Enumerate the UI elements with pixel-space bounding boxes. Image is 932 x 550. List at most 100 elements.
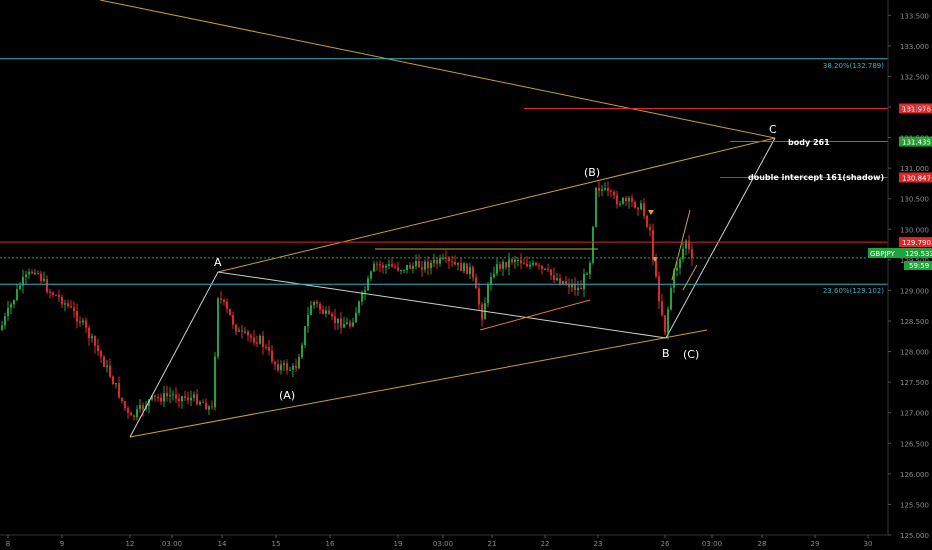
candle-body — [361, 292, 363, 302]
candle-body — [580, 287, 582, 290]
candle-body — [142, 405, 144, 410]
candle-body — [334, 316, 336, 323]
candle-body — [25, 274, 27, 278]
candle-body — [385, 265, 387, 268]
candle-body — [553, 275, 555, 281]
candle-body — [205, 402, 207, 410]
candle-body — [217, 298, 219, 357]
candle-body — [448, 257, 450, 262]
x-tick-label: 19 — [394, 540, 403, 548]
candle-body — [589, 262, 591, 274]
candle-body — [262, 335, 264, 347]
candle-body — [277, 364, 279, 371]
candle-body — [457, 262, 459, 265]
y-tick-label: 127.500 — [900, 379, 929, 387]
candle-body — [460, 262, 462, 272]
x-tick-label: 8 — [6, 540, 10, 548]
candle-body — [16, 289, 18, 301]
candle-body — [286, 363, 288, 371]
candle-body — [508, 259, 510, 268]
candle-body — [523, 263, 525, 265]
candle-body — [682, 248, 684, 260]
y-tick-label: 126.000 — [900, 471, 929, 479]
candle-body — [160, 397, 162, 402]
x-tick-label: 23 — [594, 540, 603, 548]
candle-body — [7, 307, 9, 317]
candle-body — [190, 397, 192, 401]
candle-body — [472, 267, 474, 278]
wave-label-paren-B: (B) — [584, 166, 600, 179]
x-tick-label: 26 — [661, 540, 670, 548]
candle-body — [322, 309, 324, 314]
candle-body — [421, 267, 423, 270]
candle-body — [115, 383, 117, 385]
candle-body — [634, 201, 636, 208]
candle-body — [214, 356, 216, 408]
candle-body — [511, 259, 513, 263]
candle-body — [436, 259, 438, 264]
candle-body — [406, 264, 408, 271]
candle-body — [577, 287, 579, 290]
candle-body — [388, 264, 390, 266]
candle-body — [154, 395, 156, 397]
candle-body — [178, 398, 180, 402]
candle-body — [586, 273, 588, 275]
candle-body — [238, 330, 240, 332]
fib-level-label: 23.60%(129.102) — [823, 287, 884, 295]
candle-body — [637, 207, 639, 210]
candle-body — [544, 268, 546, 270]
y-tick-label: 127.000 — [900, 410, 929, 418]
candle-body — [106, 365, 108, 367]
candle-body — [574, 284, 576, 290]
candle-body — [271, 350, 273, 362]
candle-body — [220, 298, 222, 300]
candle-body — [202, 401, 204, 403]
y-tick-label: 133.000 — [900, 43, 929, 51]
candle-body — [157, 396, 159, 398]
candle-body — [376, 263, 378, 265]
candle-body — [313, 301, 315, 306]
candle-body — [541, 265, 543, 269]
candle-body — [340, 318, 342, 328]
candle-body — [415, 260, 417, 267]
candle-body — [430, 262, 432, 269]
candle-body — [28, 271, 30, 275]
gbpjpy-chart: 38.20%(132.789)23.60%(129.102)131.976131… — [0, 0, 932, 550]
candle-body — [19, 285, 21, 290]
y-tick-label: 128.500 — [900, 318, 929, 326]
candle-body — [280, 364, 282, 371]
wave-label-C: C — [769, 123, 777, 136]
candle-body — [208, 406, 210, 410]
candle-body — [490, 277, 492, 285]
candle-body — [43, 279, 45, 281]
candle-body — [382, 265, 384, 268]
candle-body — [88, 327, 90, 339]
y-tick-label: 129.000 — [900, 287, 929, 295]
candle-body — [562, 281, 564, 284]
candle-body — [112, 376, 114, 385]
candle-body — [463, 263, 465, 272]
candle-body — [10, 304, 12, 308]
candle-body — [172, 394, 174, 396]
candle-body — [175, 394, 177, 399]
candle-body — [1, 325, 3, 330]
candle-body — [259, 335, 261, 344]
candle-body — [433, 259, 435, 263]
candle-body — [97, 345, 99, 352]
candle-body — [139, 405, 141, 410]
candle-body — [199, 401, 201, 405]
x-tick-label: 14 — [218, 540, 227, 548]
candle-body — [625, 197, 627, 202]
candle-body — [193, 394, 195, 398]
candle-body — [658, 276, 660, 302]
candle-body — [454, 262, 456, 265]
candle-body — [355, 312, 357, 323]
countdown: 59:59 — [909, 262, 929, 270]
candle-body — [235, 324, 237, 332]
candle-body — [211, 406, 213, 408]
candle-body — [37, 272, 39, 274]
candle-body — [232, 315, 234, 325]
candle-body — [442, 257, 444, 259]
candle-body — [91, 336, 93, 339]
level-price-label: 129.790 — [902, 239, 931, 247]
